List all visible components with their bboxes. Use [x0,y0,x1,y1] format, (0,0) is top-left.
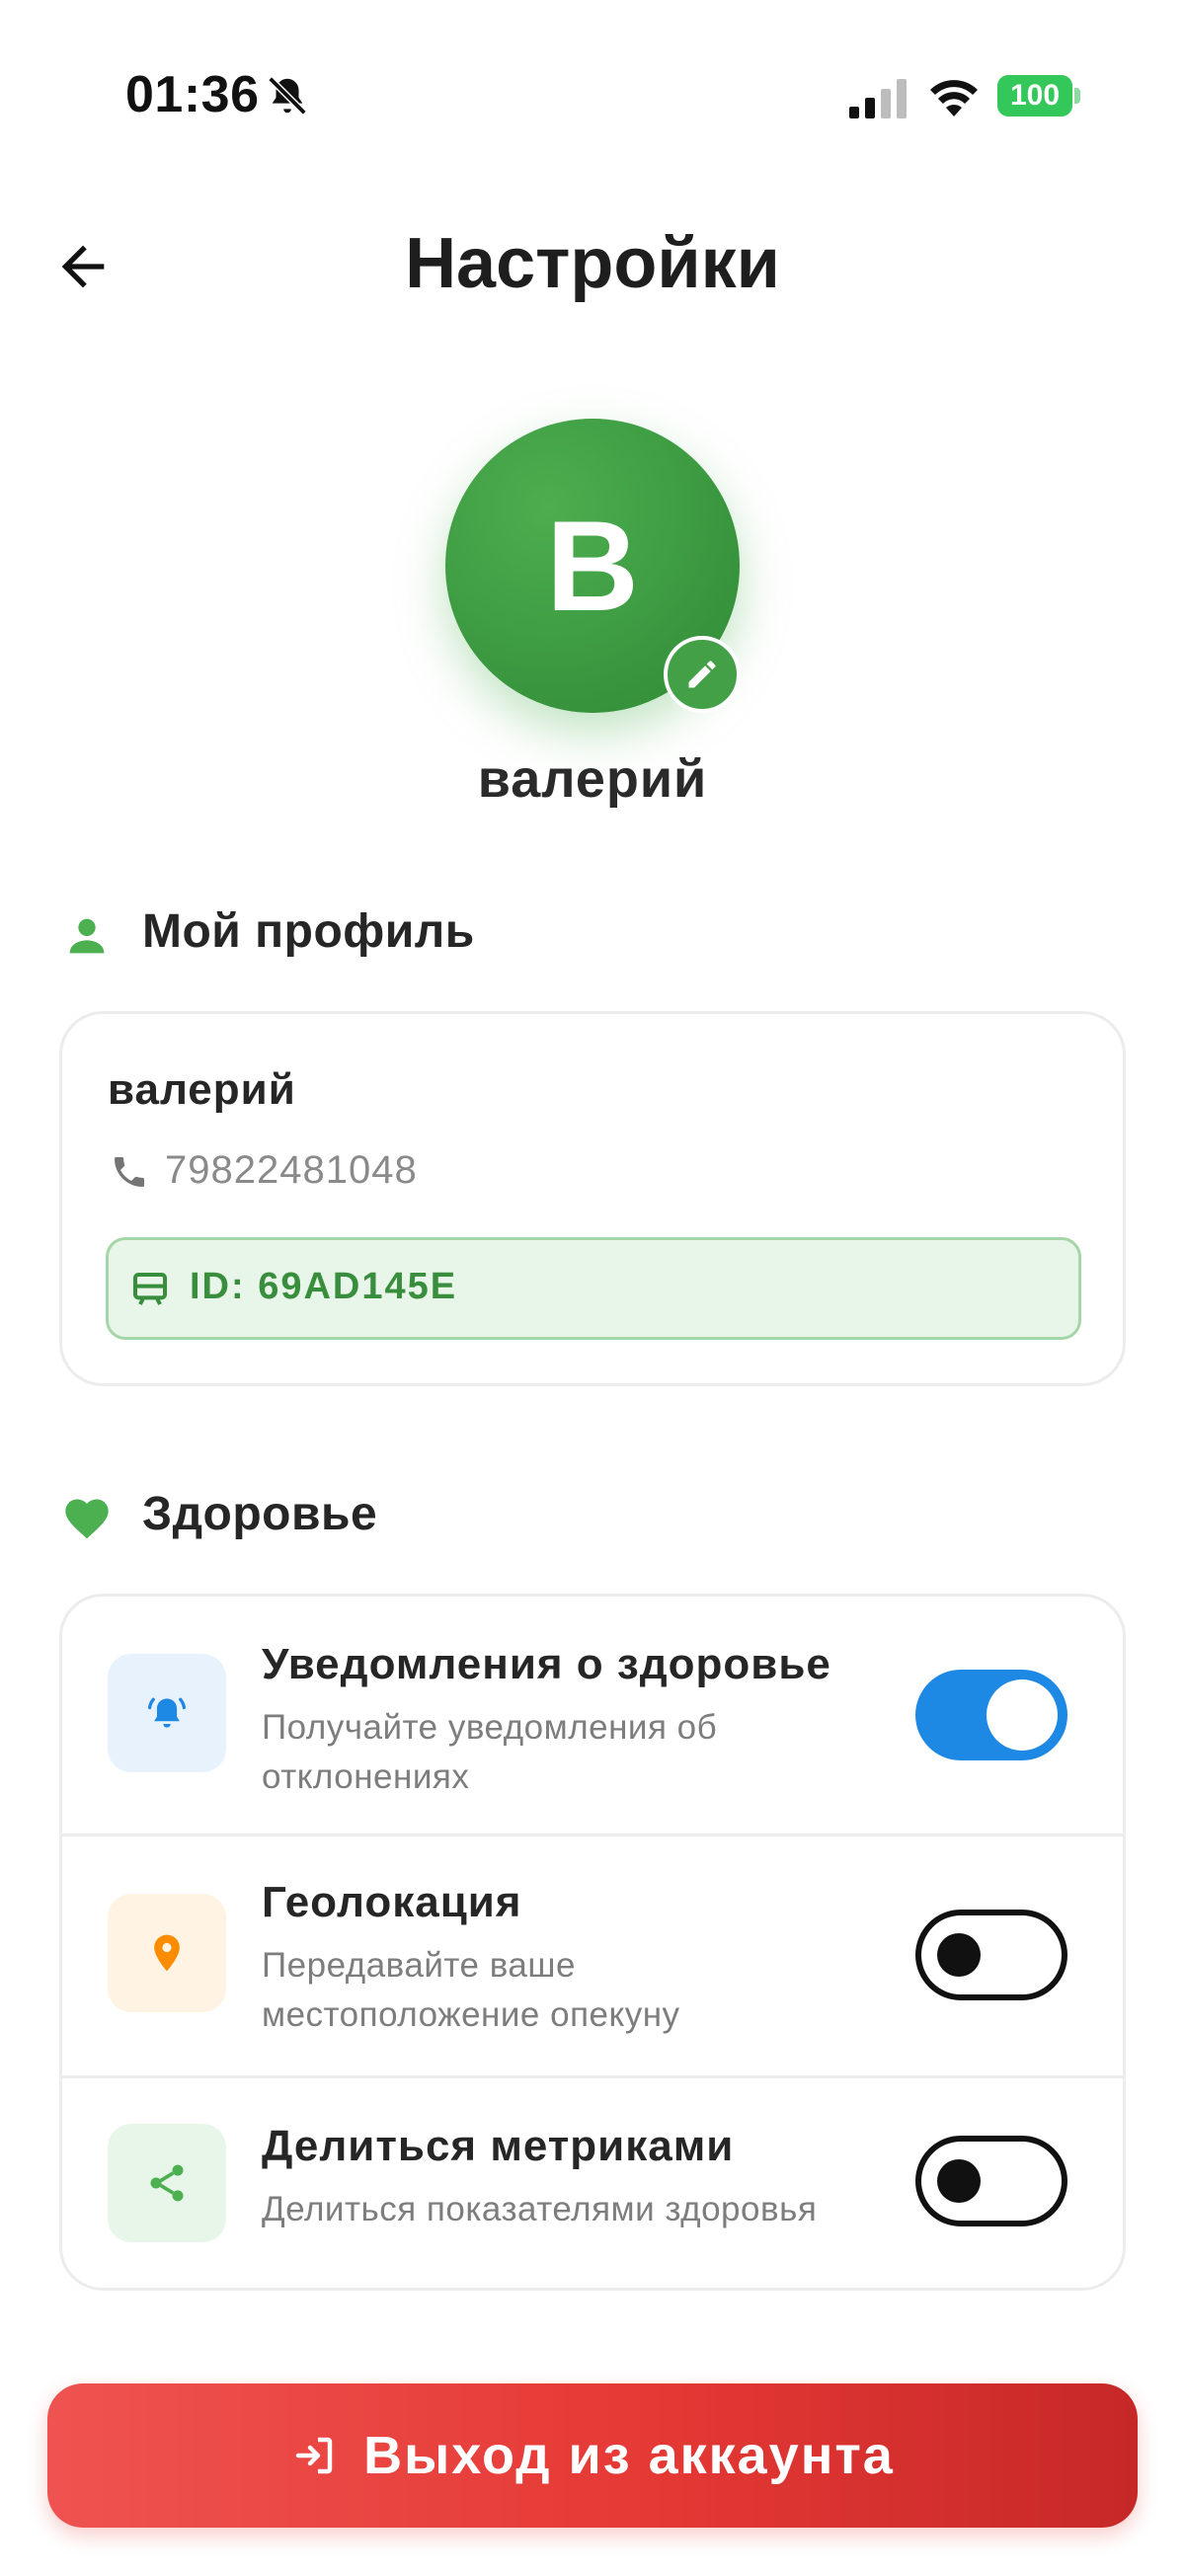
section-title: Здоровье [142,1488,378,1540]
row-subtitle: Получайте уведомления об отклонениях [262,1703,894,1802]
profile-phone: 79822481048 [165,1148,418,1192]
person-icon [69,918,105,954]
phone-icon [115,1157,144,1187]
section-title: Мой профиль [142,905,475,958]
row-icon-container [108,1894,226,2012]
battery-level: 100 [997,75,1072,117]
row-subtitle-line: Получайте уведомления об [262,1708,718,1747]
row-subtitle-line: Делиться показателями здоровья [262,2190,818,2228]
setting-row-geolocation[interactable]: Геолокация Передавайте ваше местоположен… [62,1836,1123,2075]
status-time: 01:36 [125,66,260,123]
user-id-badge[interactable]: ID: 69AD145E [106,1237,1081,1340]
user-name: валерий [477,749,708,809]
row-subtitle-line: отклонениях [262,1757,470,1796]
bell-slash-icon [268,76,307,116]
row-icon-container [108,2124,226,2242]
row-subtitle: Делиться показателями здоровья [262,2185,933,2234]
wifi-icon [930,80,978,117]
battery-icon: 100 [997,75,1080,117]
share-metrics-toggle[interactable] [915,2136,1067,2226]
health-notifications-toggle[interactable] [915,1670,1067,1760]
row-subtitle-line: Передавайте ваше [262,1946,576,1985]
profile-card: валерий 79822481048 ID: 69AD145E [59,1011,1126,1386]
pencil-icon [688,661,716,688]
geolocation-toggle[interactable] [915,1910,1067,2000]
logout-label: Выход из аккаунта [363,2426,895,2485]
setting-row-health-notifications[interactable]: Уведомления о здоровье Получайте уведомл… [62,1597,1123,1834]
setting-row-share-metrics[interactable]: Делиться метриками Делиться показателями… [62,2078,1123,2288]
status-bar: 01:36 100 [0,0,1185,188]
row-subtitle: Передавайте ваше местоположение опекуну [262,1941,894,2040]
cellular-signal-icon [849,79,907,118]
share-icon [150,2164,184,2202]
edit-avatar-button[interactable] [664,636,741,713]
row-subtitle-line: местоположение опекуну [262,1995,680,2034]
row-title: Делиться метриками [262,2122,735,2170]
row-title: Уведомления о здоровье [262,1640,831,1688]
profile-name: валерий [108,1065,296,1114]
row-title: Геолокация [262,1878,522,1926]
logout-button[interactable]: Выход из аккаунта [47,2383,1138,2528]
row-icon-container [108,1654,226,1772]
user-id-text: ID: 69AD145E [190,1266,458,1307]
logout-icon [295,2437,333,2474]
bell-ring-icon [147,1697,187,1728]
badge-icon [133,1273,167,1305]
health-settings-card: Уведомления о здоровье Получайте уведомл… [59,1594,1126,2291]
location-pin-icon [154,1934,180,1972]
page-title: Настройки [405,224,780,303]
heart-icon [65,1499,109,1539]
